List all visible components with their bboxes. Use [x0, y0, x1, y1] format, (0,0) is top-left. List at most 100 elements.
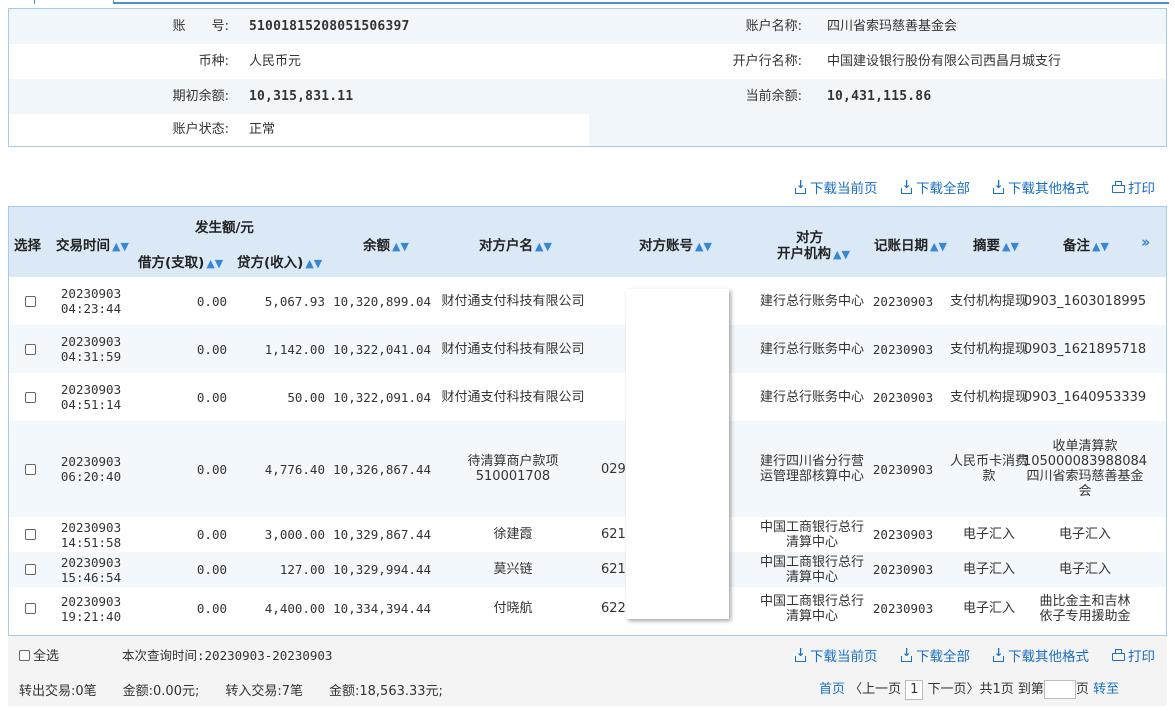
sort-icon[interactable]: ▲▼: [1002, 240, 1019, 253]
cell-debit: 0.00: [196, 527, 227, 542]
download-icon: [992, 646, 1005, 662]
pager-prev[interactable]: 〈上一页: [849, 682, 901, 697]
table-row[interactable]: 20230903 15:46:54 0.00 127.00 10,329,994.44 莫…: [9, 552, 1166, 587]
cell-balance: 10,320,899.04: [333, 293, 431, 309]
cell-bank: 中国工商银行总行清算中心: [759, 554, 864, 585]
cell-remark: 0903_1621895718: [1023, 341, 1147, 357]
pager-current-page: 1: [905, 679, 924, 700]
col-balance[interactable]: 余额 ▲▼: [363, 234, 409, 254]
sort-icon[interactable]: ▲▼: [392, 240, 409, 253]
table-row[interactable]: 20230903 04:31:59 0.00 1,142.00 10,322,041.0…: [9, 325, 1166, 373]
cell-date: 20230903: [872, 601, 934, 616]
print-icon: [1112, 649, 1125, 662]
cell-debit: 0.00: [196, 461, 227, 477]
table-row[interactable]: 20230903 04:51:14 0.00 50.00 10,322,091.04 财付…: [9, 373, 1166, 421]
current-balance-label: 当前余额:: [745, 89, 802, 104]
expand-columns-icon[interactable]: ››: [1141, 233, 1151, 251]
download-all-link[interactable]: 下载全部: [900, 645, 970, 665]
account-number-label: 账 号:: [172, 19, 229, 34]
pager-first[interactable]: 首页: [819, 682, 845, 697]
cell-remark: 电子汇入: [1058, 562, 1111, 577]
pager-goto-label: 到第: [1017, 682, 1044, 697]
cell-name: 莫兴链: [493, 562, 533, 577]
transaction-summary: 转出交易:0笔 金额:0.00元; 转入交易:7笔 金额:18,563.33元;: [19, 684, 443, 699]
sort-icon[interactable]: ▲▼: [833, 248, 850, 261]
row-checkbox[interactable]: [24, 463, 36, 475]
sort-icon[interactable]: ▲▼: [305, 257, 322, 270]
sort-icon[interactable]: ▲▼: [930, 240, 947, 253]
cell-name: 付晓航: [493, 601, 533, 616]
col-time[interactable]: 交易时间 ▲▼: [56, 234, 129, 254]
row-checkbox[interactable]: [24, 564, 36, 575]
cell-date: 20230903: [872, 341, 934, 357]
bank-name-label: 开户行名称:: [732, 54, 802, 69]
row-select-cell: [9, 552, 51, 587]
cell-remark: 曲比金主和吉林依子专用援助金: [1039, 593, 1131, 624]
sort-icon[interactable]: ▲▼: [1092, 240, 1109, 253]
pager-goto-input[interactable]: [1043, 680, 1076, 699]
bottom-actions: 下载当前页 下载全部 下载其他格式 打印: [0, 645, 1175, 665]
col-credit[interactable]: 贷方(收入) ▲▼: [237, 251, 322, 271]
cell-bank: 建行总行账务中心: [759, 389, 864, 405]
cell-credit: 4,776.40: [264, 461, 325, 477]
current-balance: 10,431,115.86: [827, 89, 932, 104]
cell-date: 20230903: [872, 461, 934, 477]
download-current-page-link[interactable]: 下载当前页: [794, 177, 878, 197]
download-other-format-link[interactable]: 下载其他格式: [992, 177, 1089, 197]
account-row-2: 币种: 人民币元 开户行名称: 中国建设银行股份有限公司西昌月城支行: [9, 44, 1166, 79]
cell-bank: 建行四川省分行营运管理部核算中心: [759, 454, 864, 484]
sort-icon[interactable]: ▲▼: [535, 240, 552, 253]
account-status: 正常: [249, 122, 276, 137]
cell-summary: 电子汇入: [962, 562, 1015, 577]
opening-balance: 10,315,831.11: [249, 89, 354, 104]
table-row[interactable]: 20230903 14:51:58 0.00 3,000.00 10,329,867.4…: [9, 517, 1166, 552]
table-header: 选择 交易时间 ▲▼ 发生额/元 借方(支取) ▲▼ 贷方(收入) ▲▼ 余额 ▲▼ 对…: [9, 207, 1166, 277]
row-checkbox[interactable]: [24, 529, 36, 540]
cell-bank: 建行总行账务中心: [759, 341, 864, 357]
table-row[interactable]: 20230903 19:21:40 0.00 4,400.00 10,334,394.4…: [9, 587, 1166, 630]
col-summary[interactable]: 摘要 ▲▼: [973, 234, 1019, 254]
table-row[interactable]: 20230903 04:23:44 0.00 5,067.93 10,320,899.0…: [9, 277, 1166, 325]
account-name-label: 账户名称:: [745, 19, 802, 34]
print-link[interactable]: 打印: [1112, 645, 1155, 665]
col-counterparty-bank[interactable]: 开户机构 ▲▼: [777, 242, 850, 262]
cell-name: 财付通支付科技有限公司: [441, 341, 585, 357]
cell-summary: 电子汇入: [962, 601, 1015, 616]
row-checkbox[interactable]: [24, 343, 36, 355]
cell-balance: 10,329,867.44: [333, 527, 431, 542]
pager-next[interactable]: 下一页〉: [927, 682, 979, 697]
top-actions: 下载当前页 下载全部 下载其他格式 打印: [0, 177, 1175, 197]
row-checkbox[interactable]: [24, 391, 36, 403]
cell-credit: 1,142.00: [264, 341, 325, 357]
account-row-4: 账户状态: 正常: [9, 114, 1166, 146]
col-debit[interactable]: 借方(支取) ▲▼: [138, 251, 223, 271]
account-row-3: 期初余额: 10,315,831.11 当前余额: 10,431,115.86: [9, 79, 1166, 114]
cell-debit: 0.00: [196, 341, 227, 357]
download-other-format-link[interactable]: 下载其他格式: [992, 645, 1089, 665]
sort-icon[interactable]: ▲▼: [695, 240, 712, 253]
col-counterparty-name[interactable]: 对方户名 ▲▼: [479, 234, 552, 254]
row-checkbox[interactable]: [24, 603, 36, 614]
account-row-1: 账 号: 51001815208051506397 账户名称: 四川省索玛慈善基…: [9, 9, 1166, 44]
sort-icon[interactable]: ▲▼: [206, 257, 223, 270]
tab-active[interactable]: [34, 0, 114, 4]
transactions-table: 选择 交易时间 ▲▼ 发生额/元 借方(支取) ▲▼ 贷方(收入) ▲▼ 余额 ▲▼ 对…: [8, 206, 1167, 636]
download-all-link[interactable]: 下载全部: [900, 177, 970, 197]
row-checkbox[interactable]: [24, 295, 36, 307]
print-link[interactable]: 打印: [1112, 177, 1155, 197]
col-remark[interactable]: 备注 ▲▼: [1063, 234, 1109, 254]
cell-time: 20230903 04:23:44: [60, 286, 122, 316]
table-row[interactable]: 20230903 06:20:40 0.00 4,776.40 10,326,867.4…: [9, 421, 1166, 517]
opening-balance-label: 期初余额:: [172, 89, 229, 104]
download-current-page-link[interactable]: 下载当前页: [794, 645, 878, 665]
cell-time: 20230903 14:51:58: [60, 519, 122, 550]
cell-debit: 0.00: [196, 293, 227, 309]
col-post-date[interactable]: 记账日期 ▲▼: [874, 234, 947, 254]
cell-debit: 0.00: [196, 389, 227, 405]
cell-credit: 50.00: [287, 389, 325, 405]
bank-name: 中国建设银行股份有限公司西昌月城支行: [827, 54, 1062, 69]
pager-go-button[interactable]: 转至: [1093, 682, 1119, 697]
cell-remark: 收单清算款105000083988084四川省索玛慈善基金会: [1022, 439, 1148, 499]
col-counterparty-account[interactable]: 对方账号 ▲▼: [639, 234, 712, 254]
sort-icon[interactable]: ▲▼: [112, 240, 129, 253]
